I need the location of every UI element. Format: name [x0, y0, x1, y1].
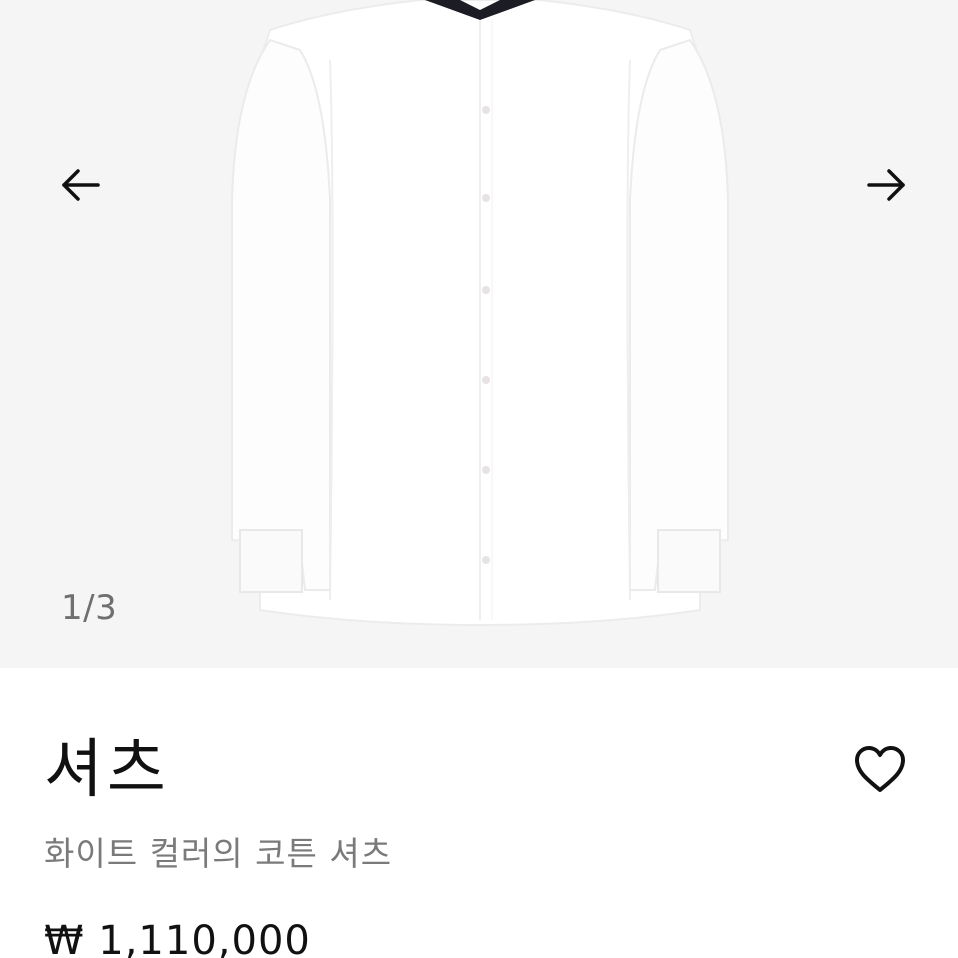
product-title: 셔츠: [44, 733, 170, 807]
heart-outline-icon: [855, 746, 905, 792]
product-info: 셔츠 화이트 컬러의 코튼 셔츠 ₩ 1,110,000: [0, 668, 958, 958]
arrow-right-icon: [867, 169, 905, 201]
image-pager: 1/3: [61, 588, 118, 628]
next-image-button[interactable]: [862, 160, 912, 210]
wishlist-button[interactable]: [850, 740, 910, 800]
image-gallery[interactable]: 1/3: [0, 0, 958, 668]
arrow-left-icon: [62, 169, 100, 201]
product-price: ₩ 1,110,000: [44, 918, 311, 958]
previous-image-button[interactable]: [55, 160, 105, 210]
product-detail-page: 1/3 셔츠 화이트 컬러의 코튼 셔츠 ₩ 1,110,000: [0, 0, 958, 958]
product-image: [231, 0, 729, 627]
product-subtitle: 화이트 컬러의 코튼 셔츠: [44, 834, 393, 873]
